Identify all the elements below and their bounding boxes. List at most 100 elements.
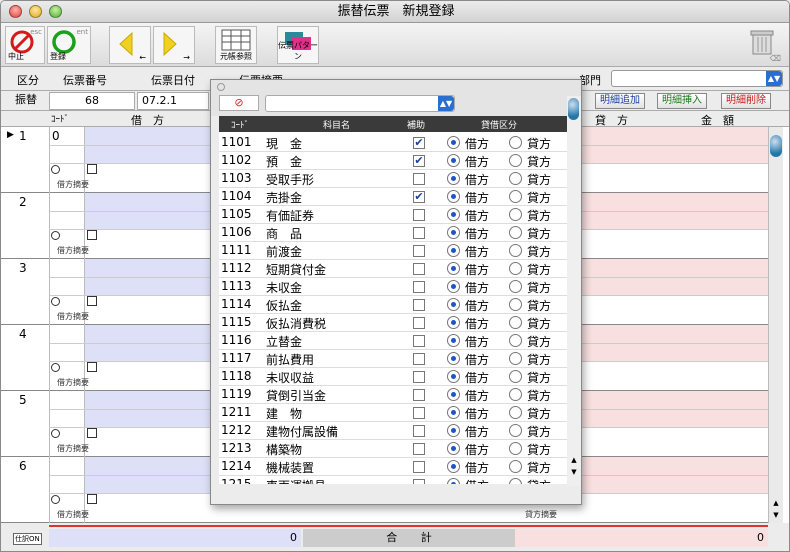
credit-radio[interactable] [509,478,522,484]
aux-checkbox[interactable] [413,479,425,484]
aux-checkbox[interactable] [413,281,425,293]
radio-icon[interactable] [51,165,60,174]
close-button[interactable] [9,5,22,18]
code-value[interactable]: 0 [52,129,60,143]
debit-radio[interactable] [447,424,460,437]
account-row[interactable]: 1214 機械装置 借方 貸方 [219,458,567,476]
account-row[interactable]: 1112 短期貸付金 借方 貸方 [219,260,567,278]
save-button[interactable]: ent 登録 [47,26,91,64]
aux-checkbox[interactable] [413,173,425,185]
popup-close-icon[interactable] [217,83,225,91]
date-field[interactable]: 07.2.1 [137,92,209,110]
checkbox-icon[interactable] [87,494,97,504]
aux-checkbox[interactable] [413,425,425,437]
debit-radio[interactable] [447,352,460,365]
radio-icon[interactable] [51,495,60,504]
account-row[interactable]: 1114 仮払金 借方 貸方 [219,296,567,314]
credit-radio[interactable] [509,352,522,365]
account-row[interactable]: 1117 前払費用 借方 貸方 [219,350,567,368]
debit-radio[interactable] [447,316,460,329]
pattern-button[interactable]: 伝票パターン [277,26,319,64]
add-row-button[interactable]: 明細追加 [595,93,645,109]
debit-radio[interactable] [447,370,460,383]
debit-radio[interactable] [447,244,460,257]
account-row[interactable]: 1119 貸倒引当金 借方 貸方 [219,386,567,404]
aux-checkbox[interactable] [413,461,425,473]
credit-radio[interactable] [509,298,522,311]
debit-radio[interactable] [447,298,460,311]
debit-radio[interactable] [447,190,460,203]
aux-checkbox[interactable]: ✔ [413,137,425,149]
debit-radio[interactable] [447,136,460,149]
checkbox-icon[interactable] [87,428,97,438]
credit-radio[interactable] [509,424,522,437]
shiwake-toggle[interactable]: 仕訳ON [13,533,42,545]
account-row[interactable]: 1115 仮払消費税 借方 貸方 [219,314,567,332]
cancel-button[interactable]: esc 中止 [5,26,45,64]
aux-checkbox[interactable] [413,443,425,455]
account-row[interactable]: 1116 立替金 借方 貸方 [219,332,567,350]
next-button[interactable]: → [153,26,195,64]
debit-radio[interactable] [447,154,460,167]
trash-button[interactable]: ⌫ [743,26,783,64]
debit-radio[interactable] [447,406,460,419]
popup-scroll-arrows-icon[interactable]: ▲ ▼ [567,454,581,478]
credit-radio[interactable] [509,406,522,419]
debit-radio[interactable] [447,478,460,484]
credit-radio[interactable] [509,262,522,275]
checkbox-icon[interactable] [87,164,97,174]
credit-radio[interactable] [509,460,522,473]
credit-radio[interactable] [509,388,522,401]
popup-scrollbar[interactable]: ▲ ▼ [567,96,581,486]
popup-filter-select[interactable]: ▲▼ [265,95,455,112]
credit-radio[interactable] [509,280,522,293]
prev-button[interactable]: ← [109,26,151,64]
account-row[interactable]: 1118 未収収益 借方 貸方 [219,368,567,386]
account-row[interactable]: 1212 建物付属設備 借方 貸方 [219,422,567,440]
aux-checkbox[interactable] [413,263,425,275]
debit-radio[interactable] [447,172,460,185]
account-row[interactable]: 1102 預 金 ✔ 借方 貸方 [219,152,567,170]
aux-checkbox[interactable] [413,317,425,329]
aux-checkbox[interactable] [413,389,425,401]
account-row[interactable]: 1111 前渡金 借方 貸方 [219,242,567,260]
account-row[interactable]: 1104 売掛金 ✔ 借方 貸方 [219,188,567,206]
credit-radio[interactable] [509,190,522,203]
credit-radio[interactable] [509,136,522,149]
debit-radio[interactable] [447,262,460,275]
debit-radio[interactable] [447,226,460,239]
aux-checkbox[interactable] [413,209,425,221]
credit-radio[interactable] [509,442,522,455]
popup-scroll-thumb[interactable] [568,98,579,120]
account-row[interactable]: 1213 構築物 借方 貸方 [219,440,567,458]
zoom-button[interactable] [49,5,62,18]
ledger-button[interactable]: 元帳参照 [215,26,257,64]
credit-radio[interactable] [509,244,522,257]
credit-radio[interactable] [509,334,522,347]
debit-radio[interactable] [447,208,460,221]
checkbox-icon[interactable] [87,230,97,240]
radio-icon[interactable] [51,363,60,372]
debit-radio[interactable] [447,388,460,401]
dept-select[interactable]: ▲▼ [611,70,783,87]
radio-icon[interactable] [51,297,60,306]
credit-radio[interactable] [509,154,522,167]
credit-radio[interactable] [509,370,522,383]
debit-radio[interactable] [447,460,460,473]
aux-checkbox[interactable]: ✔ [413,191,425,203]
aux-checkbox[interactable] [413,227,425,239]
delete-row-button[interactable]: 明細削除 [721,93,771,109]
denpyo-no-field[interactable]: 68 [49,92,135,110]
insert-row-button[interactable]: 明細挿入 [657,93,707,109]
credit-radio[interactable] [509,226,522,239]
grid-scrollbar[interactable]: ▲ ▼ [768,127,783,523]
aux-checkbox[interactable] [413,299,425,311]
minimize-button[interactable] [29,5,42,18]
account-row[interactable]: 1101 現 金 ✔ 借方 貸方 [219,134,567,152]
aux-checkbox[interactable] [413,245,425,257]
debit-radio[interactable] [447,334,460,347]
scroll-thumb[interactable] [770,135,782,157]
credit-radio[interactable] [509,172,522,185]
radio-icon[interactable] [51,429,60,438]
debit-radio[interactable] [447,442,460,455]
